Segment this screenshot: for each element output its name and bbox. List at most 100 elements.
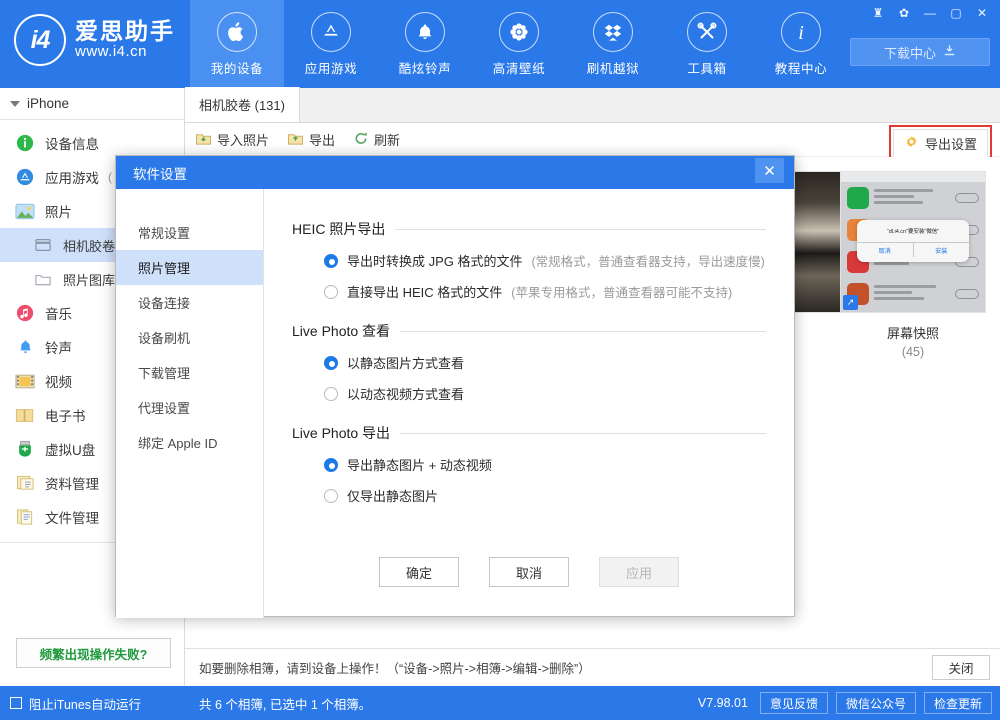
dialog-body: 常规设置 照片管理 设备连接 设备刷机 下载管理 代理设置 绑定 Apple I… <box>116 189 794 618</box>
option-view-video[interactable]: 以动态视频方式查看 <box>324 384 766 403</box>
setting-group-heic-export: HEIC 照片导出 导出时转换成 JPG 格式的文件 (常规格式，普通查看器支持… <box>292 219 766 301</box>
group-title: Live Photo 查看 <box>292 321 390 341</box>
refresh-button[interactable]: 刷新 <box>353 130 400 149</box>
maximize-icon[interactable]: ▢ <box>944 2 968 24</box>
close-icon[interactable]: ✕ <box>970 2 994 24</box>
chevron-down-icon <box>10 101 20 107</box>
app-row <box>841 182 985 214</box>
ebook-icon <box>14 404 36 426</box>
apple-icon <box>217 12 257 52</box>
sidebar-item-label: 设备信息 <box>45 133 99 153</box>
checkbox-icon[interactable] <box>10 697 22 709</box>
help-link-button[interactable]: 频繁出现操作失败? <box>16 638 171 668</box>
version-label: V7.98.01 <box>698 696 748 710</box>
radio-icon[interactable] <box>324 489 338 503</box>
dialog-footer: 确定 取消 应用 <box>264 526 794 618</box>
export-icon <box>287 131 304 149</box>
tab-camera-roll[interactable]: 相机胶卷 (131) <box>185 87 300 122</box>
download-center-label: 下载中心 <box>884 43 936 62</box>
dialog-nav-general[interactable]: 常规设置 <box>116 215 263 250</box>
photo-icon <box>14 200 36 222</box>
notice-text: 如要删除相簿，请到设备上操作！（“设备->照片->相簿->编辑->删除”） <box>199 658 932 677</box>
nav-item-toolbox[interactable]: 工具箱 <box>660 0 754 88</box>
import-photo-icon <box>195 131 212 149</box>
nav-item-ringtones[interactable]: 酷炫铃声 <box>378 0 472 88</box>
download-center-button[interactable]: 下载中心 <box>850 38 990 66</box>
sidebar-item-count: ( <box>108 170 112 184</box>
sidebar-item-label: 音乐 <box>45 303 72 323</box>
info-icon: i <box>781 12 821 52</box>
data-manage-icon <box>14 472 36 494</box>
dialog-nav-apple-id[interactable]: 绑定 Apple ID <box>116 425 263 460</box>
dialog-nav-proxy[interactable]: 代理设置 <box>116 390 263 425</box>
ringtone-bell-icon <box>14 336 36 358</box>
export-button[interactable]: 导出 <box>287 130 335 149</box>
radio-icon[interactable] <box>324 458 338 472</box>
music-icon <box>14 302 36 324</box>
dialog-nav-download-manage[interactable]: 下载管理 <box>116 355 263 390</box>
album-thumbnail[interactable]: “dl.i4.cn”要安装“微信” 取消 安装 ↗ <box>840 171 986 313</box>
nav-item-my-device[interactable]: 我的设备 <box>190 0 284 88</box>
camera-roll-icon <box>32 234 54 256</box>
wechat-button[interactable]: 微信公众号 <box>836 692 916 714</box>
dialog-nav-device-connect[interactable]: 设备连接 <box>116 285 263 320</box>
option-label: 直接导出 HEIC 格式的文件 <box>347 282 502 301</box>
option-label: 导出时转换成 JPG 格式的文件 <box>347 251 523 270</box>
top-nav: 我的设备 应用游戏 酷炫铃声 高清壁纸 <box>190 0 848 88</box>
toolbar-label: 导入照片 <box>217 130 269 149</box>
option-hint: (常规格式，普通查看器支持，导出速度慢) <box>532 251 765 270</box>
nav-item-apps-games[interactable]: 应用游戏 <box>284 0 378 88</box>
group-title-row: Live Photo 导出 <box>292 423 766 443</box>
nav-item-tutorial[interactable]: i 教程中心 <box>754 0 848 88</box>
option-hint: (苹果专用格式，普通查看器可能不支持) <box>511 282 732 301</box>
block-itunes-toggle[interactable]: 阻止iTunes自动运行 <box>0 686 185 720</box>
group-rule <box>395 229 766 230</box>
export-setting-button[interactable]: 导出设置 <box>893 129 988 158</box>
check-update-button[interactable]: 检查更新 <box>924 692 992 714</box>
radio-icon[interactable] <box>324 285 338 299</box>
status-bar: 共 6 个相簿, 已选中 1 个相簿。 V7.98.01 意见反馈 微信公众号 … <box>185 686 1000 720</box>
sidebar-item-label: 虚拟U盘 <box>45 439 95 459</box>
radio-icon[interactable] <box>324 387 338 401</box>
appstore-circle-icon <box>14 166 36 188</box>
nav-item-flash-jailbreak[interactable]: 刷机越狱 <box>566 0 660 88</box>
import-photo-button[interactable]: 导入照片 <box>195 130 269 149</box>
brand-logo-area: i4 爱思助手 www.i4.cn <box>14 14 175 66</box>
option-export-static-only[interactable]: 仅导出静态图片 <box>324 486 766 505</box>
radio-icon[interactable] <box>324 356 338 370</box>
minimize-icon[interactable]: — <box>918 2 942 24</box>
dialog-nav-device-flash[interactable]: 设备刷机 <box>116 320 263 355</box>
status-text: 共 6 个相簿, 已选中 1 个相簿。 <box>199 694 690 713</box>
software-settings-dialog: 软件设置 ✕ 常规设置 照片管理 设备连接 设备刷机 下载管理 代理设置 绑定 … <box>115 155 795 617</box>
block-itunes-label: 阻止iTunes自动运行 <box>29 694 141 713</box>
dialog-ok-button[interactable]: 确定 <box>379 557 459 587</box>
dialog-close-icon[interactable]: ✕ <box>755 158 784 183</box>
group-rule <box>400 433 766 434</box>
option-view-static[interactable]: 以静态图片方式查看 <box>324 353 766 372</box>
album-cell-screenshots[interactable]: “dl.i4.cn”要安装“微信” 取消 安装 ↗ 屏幕快照 (45) <box>840 171 986 359</box>
notice-close-button[interactable]: 关闭 <box>932 655 990 680</box>
nav-label: 工具箱 <box>687 58 726 77</box>
flower-icon <box>499 12 539 52</box>
dialog-nav-photo-manage[interactable]: 照片管理 <box>116 250 263 285</box>
notice-bar: 如要删除相簿，请到设备上操作！（“设备->照片->相簿->编辑->删除”） 关闭 <box>185 648 1000 686</box>
dialog-title: 软件设置 <box>133 163 187 183</box>
app-window: i4 爱思助手 www.i4.cn 我的设备 应用游戏 <box>0 0 1000 720</box>
nav-item-wallpapers[interactable]: 高清壁纸 <box>472 0 566 88</box>
settings-gear-icon[interactable]: ✿ <box>892 2 916 24</box>
group-title: Live Photo 导出 <box>292 423 390 443</box>
feedback-button[interactable]: 意见反馈 <box>760 692 828 714</box>
option-heic-to-jpg[interactable]: 导出时转换成 JPG 格式的文件 (常规格式，普通查看器支持，导出速度慢) <box>324 251 766 270</box>
gear-icon <box>904 135 919 153</box>
alert-title: “dl.i4.cn”要安装“微信” <box>857 220 969 235</box>
option-label: 以静态图片方式查看 <box>347 353 464 372</box>
tab-strip: 相机胶卷 (131) <box>185 88 1000 123</box>
option-heic-direct[interactable]: 直接导出 HEIC 格式的文件 (苹果专用格式，普通查看器可能不支持) <box>324 282 766 301</box>
brand-text: 爱思助手 www.i4.cn <box>75 19 175 60</box>
option-export-static-plus-video[interactable]: 导出静态图片 + 动态视频 <box>324 455 766 474</box>
radio-icon[interactable] <box>324 254 338 268</box>
device-header[interactable]: iPhone <box>0 88 184 120</box>
skin-icon[interactable]: ♜ <box>866 2 890 24</box>
shortcut-badge-icon: ↗ <box>843 295 858 310</box>
dialog-cancel-button[interactable]: 取消 <box>489 557 569 587</box>
